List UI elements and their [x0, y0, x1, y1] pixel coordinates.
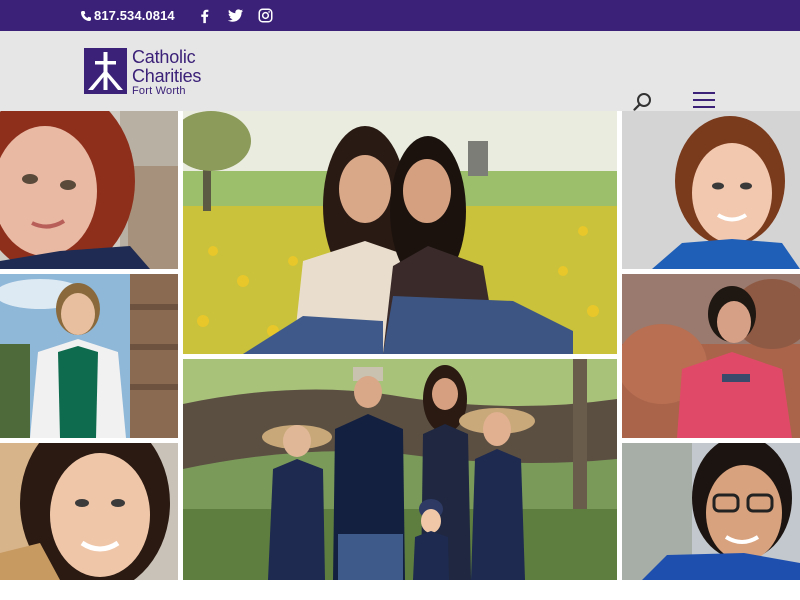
- hamburger-menu-icon[interactable]: [693, 92, 715, 110]
- phone-link[interactable]: 817.534.0814: [80, 0, 175, 31]
- photo-woman-in-green-scrubs: [0, 274, 178, 438]
- top-bar: 817.534.0814: [0, 0, 800, 31]
- logo-line-catholic: Catholic: [132, 47, 196, 67]
- logo-line-fort-worth: Fort Worth: [132, 85, 186, 97]
- phone-icon: [80, 10, 92, 22]
- phone-number: 817.534.0814: [94, 8, 175, 23]
- instagram-icon[interactable]: [256, 7, 274, 25]
- photo-woman-glasses-blue-scrubs: [622, 443, 800, 580]
- photo-red-haired-woman-selfie: [0, 111, 178, 269]
- logo-line-charities: Charities: [132, 66, 202, 86]
- photo-woman-pink-sweatshirt-canyon: [622, 274, 800, 438]
- photo-family-by-tree: [183, 359, 617, 580]
- photo-smiling-woman-blue-shirt: [622, 111, 800, 269]
- photo-smiling-woman-selfie: [0, 443, 178, 580]
- site-header: Catholic Charities Fort Worth: [0, 31, 800, 111]
- logo-text: Catholic Charities Fort Worth: [132, 48, 201, 97]
- logo[interactable]: Catholic Charities Fort Worth: [84, 48, 201, 97]
- social-links: [196, 0, 274, 31]
- search-icon[interactable]: [632, 91, 654, 113]
- twitter-icon[interactable]: [226, 7, 244, 25]
- logo-mark: [84, 48, 127, 94]
- photo-collage: [0, 111, 800, 580]
- photo-two-sisters-in-field: [183, 111, 617, 354]
- facebook-icon[interactable]: [196, 7, 214, 25]
